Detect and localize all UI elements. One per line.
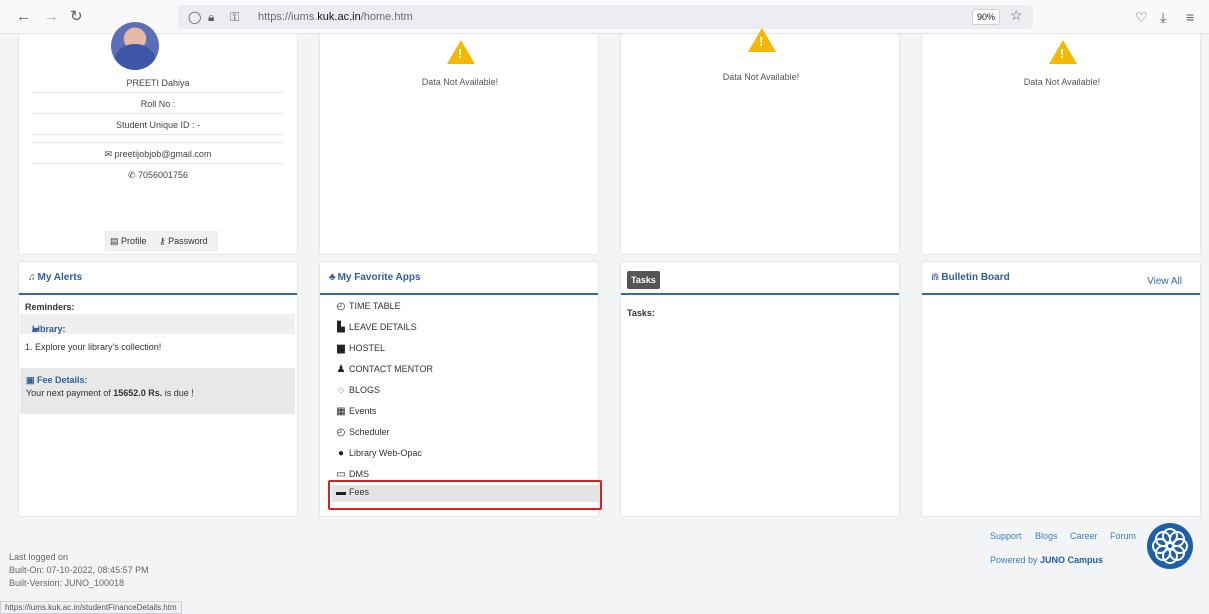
last-logged-text: Last logged on bbox=[9, 552, 69, 562]
forward-icon[interactable]: → bbox=[44, 9, 59, 25]
address-bar[interactable]: ◯ 🔒︎ ⚿ https://iums.kuk.ac.in/home.htm 9… bbox=[178, 5, 1033, 29]
tasks-label: Tasks: bbox=[627, 308, 655, 318]
email-text: preetijobjob@gmail.com bbox=[114, 149, 212, 159]
widget-card-3: ! Data Not Available! bbox=[921, 33, 1201, 255]
phone-icon: ✆ bbox=[127, 170, 138, 180]
powered-by-text: Powered by JUNO Campus bbox=[990, 555, 1104, 565]
card-header: ⋒ Bulletin Board View All bbox=[922, 262, 1200, 295]
browser-toolbar: ← → ↻ ◯ 🔒︎ ⚿ https://iums.kuk.ac.in/home… bbox=[0, 0, 1209, 34]
fee-due-text: Your next payment of 15652.0 Rs. is due … bbox=[26, 388, 194, 398]
divider bbox=[33, 142, 283, 143]
divider bbox=[33, 163, 283, 164]
app-contact-mentor[interactable]: ♟ CONTACT MENTOR bbox=[335, 362, 600, 379]
zoom-level[interactable]: 90% bbox=[972, 9, 1000, 25]
clock-icon: ◴ bbox=[336, 427, 346, 438]
reload-icon[interactable]: ↻ bbox=[70, 9, 83, 25]
warning-icon: ! bbox=[447, 40, 475, 64]
file-icon: ▙ bbox=[337, 322, 345, 333]
footer-link-blogs[interactable]: Blogs bbox=[1035, 531, 1058, 541]
no-data-message: Data Not Available! bbox=[1023, 77, 1101, 87]
key-icon[interactable]: ⚿ bbox=[230, 10, 239, 25]
app-leave-details[interactable]: ▙ LEAVE DETAILS bbox=[335, 320, 600, 337]
favorite-apps-card: ♣ My Favorite Apps ◴ TIME TABLE ▙ LEAVE DET… bbox=[319, 261, 602, 517]
warning-icon: ! bbox=[748, 28, 776, 52]
phone-row: ✆ 7056001756 bbox=[33, 170, 283, 181]
id-card-icon: ▤ bbox=[110, 236, 122, 246]
download-icon[interactable]: ⤓ bbox=[1160, 9, 1166, 26]
bookmark-star-icon[interactable]: ☆ bbox=[1010, 7, 1023, 24]
fee-details-title: ▣ Fee Details: bbox=[26, 375, 88, 385]
profile-card: PREETI Dahiya Roll No : Student Unique I… bbox=[18, 22, 298, 255]
widget-card-1: ! Data Not Available! bbox=[319, 33, 599, 255]
widget-card-2: ! Data Not Available! bbox=[620, 28, 900, 255]
roll-no: Roll No : bbox=[140, 99, 176, 109]
warning-icon: ! bbox=[1049, 40, 1077, 64]
card-title: ♫ My Alerts bbox=[28, 272, 83, 283]
person-icon: ♟ bbox=[336, 364, 346, 375]
rss-icon: ⋒ bbox=[931, 272, 940, 283]
app-hostel[interactable]: ▆ HOSTEL bbox=[335, 341, 600, 358]
url-text[interactable]: https://iums.kuk.ac.in/home.htm bbox=[258, 11, 413, 23]
card-title: ⋒ Bulletin Board bbox=[931, 272, 1010, 283]
status-bar-url: https://iums.kuk.ac.in/studentFinanceDet… bbox=[0, 601, 182, 614]
app-blogs[interactable]: ◌ BLOGS bbox=[335, 383, 600, 400]
fee-details-section: ▣ Fee Details: Your next payment of 1565… bbox=[20, 368, 295, 414]
envelope-icon: ✉ bbox=[104, 149, 115, 159]
card-header: Tasks bbox=[621, 262, 899, 295]
comments-icon: ◌ bbox=[338, 385, 344, 396]
app-time-table[interactable]: ◴ TIME TABLE bbox=[335, 299, 600, 316]
card-header: ♫ My Alerts bbox=[19, 262, 297, 295]
avatar bbox=[111, 22, 159, 70]
no-data-message: Data Not Available! bbox=[421, 77, 499, 87]
card-title: ♣ My Favorite Apps bbox=[329, 272, 421, 283]
phone-text: 7056001756 bbox=[137, 170, 189, 180]
app-events[interactable]: ▦ Events bbox=[335, 404, 600, 421]
email-row: ✉ preetijobjob@gmail.com bbox=[33, 149, 283, 160]
reminders-label: Reminders: bbox=[25, 302, 75, 312]
building-icon: ▆ bbox=[337, 343, 345, 354]
footer-link-forum[interactable]: Forum bbox=[1110, 531, 1136, 541]
divider bbox=[33, 134, 283, 135]
card-header: ♣ My Favorite Apps bbox=[320, 262, 598, 295]
users-icon: ♣ bbox=[329, 272, 336, 283]
profile-actions: ▤ Profile ⚷ Password bbox=[105, 231, 218, 251]
footer-link-career[interactable]: Career bbox=[1070, 531, 1098, 541]
student-name: PREETI Dahiya bbox=[126, 78, 190, 88]
juno-campus-logo[interactable] bbox=[1145, 521, 1195, 571]
built-on-text: Built-On: 07-10-2022, 08:45:57 PM bbox=[9, 565, 149, 575]
pocket-icon[interactable]: ♡ bbox=[1135, 9, 1148, 26]
menu-icon[interactable]: ≡ bbox=[1186, 9, 1194, 25]
library-alert-item[interactable]: 1. Explore your library's collection! bbox=[25, 342, 161, 352]
key-icon: ⚷ bbox=[159, 236, 169, 246]
my-alerts-card: ♫ My Alerts Reminders: ▰ Library: 1. Expl… bbox=[18, 261, 298, 517]
built-version-text: Built-Version: JUNO_100018 bbox=[9, 578, 125, 588]
dashboard-page: PREETI Dahiya Roll No : Student Unique I… bbox=[0, 22, 1209, 614]
globe-icon: ● bbox=[337, 448, 345, 459]
no-data-message: Data Not Available! bbox=[722, 72, 800, 82]
app-scheduler[interactable]: ◴ Scheduler bbox=[335, 425, 600, 442]
clock-icon: ◴ bbox=[336, 301, 346, 312]
tasks-card: Tasks Tasks: bbox=[620, 261, 900, 517]
footer-link-support[interactable]: Support bbox=[990, 531, 1022, 541]
password-button[interactable]: ⚷ Password bbox=[159, 236, 208, 247]
calendar-icon: ▦ bbox=[336, 406, 346, 417]
profile-button[interactable]: ▤ Profile bbox=[110, 236, 147, 247]
app-library-web-opac[interactable]: ● Library Web-Opac bbox=[335, 446, 600, 463]
tasks-badge: Tasks bbox=[627, 271, 660, 289]
lock-icon[interactable]: 🔒︎ bbox=[208, 10, 214, 25]
bell-icon: ♫ bbox=[28, 272, 36, 283]
shield-icon[interactable]: ◯ bbox=[188, 10, 201, 24]
student-unique-id: Student Unique ID : - bbox=[115, 120, 201, 130]
back-icon[interactable]: ← bbox=[16, 9, 31, 25]
divider bbox=[33, 92, 283, 93]
library-section: ▰ Library: bbox=[20, 314, 295, 334]
bulletin-board-card: ⋒ Bulletin Board View All bbox=[921, 261, 1201, 517]
money-icon: ▣ bbox=[26, 375, 38, 385]
divider bbox=[33, 113, 283, 114]
fees-highlight-box bbox=[328, 480, 602, 510]
view-all-link[interactable]: View All bbox=[1147, 276, 1182, 287]
